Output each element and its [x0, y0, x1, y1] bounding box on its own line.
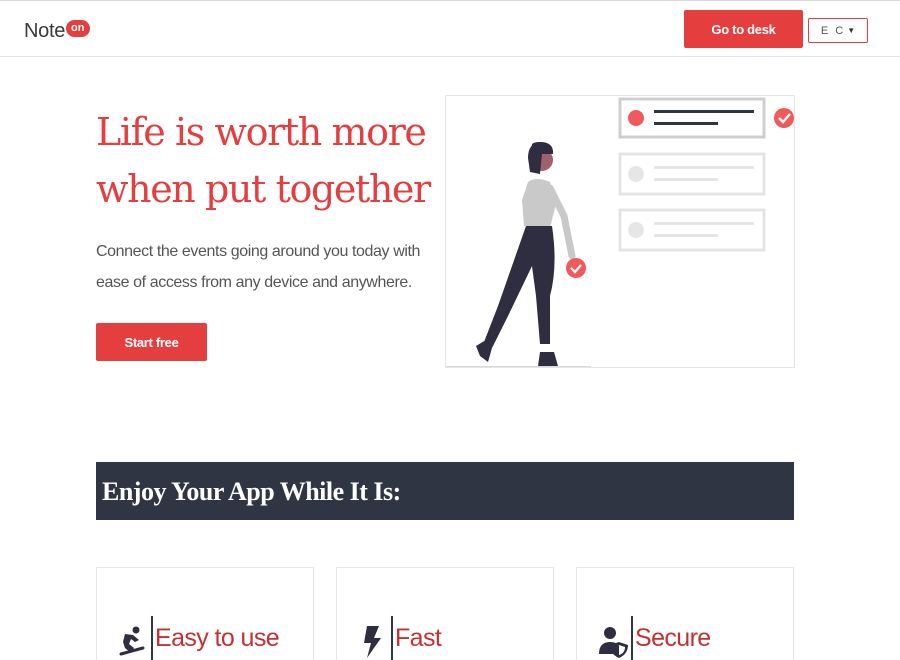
snowboarding-icon	[119, 626, 145, 656]
card-divider	[151, 616, 153, 660]
card-divider	[391, 616, 393, 660]
user-shield-icon	[599, 627, 628, 658]
feature-card-secure: Secure	[576, 567, 794, 660]
feature-title: Secure	[635, 624, 711, 652]
hero-description: Connect the events going around you toda…	[96, 243, 421, 291]
caret-down-icon: ▼	[847, 26, 856, 35]
hero-title: Life is worth more when put together	[96, 104, 456, 218]
features-heading: Enjoy Your App While It Is:	[102, 477, 401, 506]
go-to-desk-button[interactable]: Go to desk	[684, 10, 803, 48]
logo-badge: on	[66, 20, 90, 37]
feature-card-fast: Fast	[336, 567, 554, 660]
hero-title-line-2: when put together	[96, 167, 431, 211]
feature-title: Easy to use	[155, 624, 280, 652]
features-banner: Enjoy Your App While It Is:	[96, 462, 794, 520]
card-divider	[631, 616, 633, 660]
navbar: Note on Go to desk E C ▼	[0, 1, 900, 57]
language-value: E C	[820, 24, 846, 37]
logo[interactable]: Note on	[24, 20, 90, 43]
feature-title: Fast	[395, 624, 442, 652]
language-select[interactable]: E C ▼	[808, 18, 868, 43]
start-free-button[interactable]: Start free	[96, 323, 207, 361]
hero-title-line-1: Life is worth more	[96, 110, 427, 154]
bolt-icon	[364, 626, 381, 658]
checklist-woman-illustration	[446, 97, 794, 367]
hero-illustration	[445, 95, 795, 368]
feature-card-easy: Easy to use	[96, 567, 314, 660]
logo-text: Note	[24, 20, 66, 42]
